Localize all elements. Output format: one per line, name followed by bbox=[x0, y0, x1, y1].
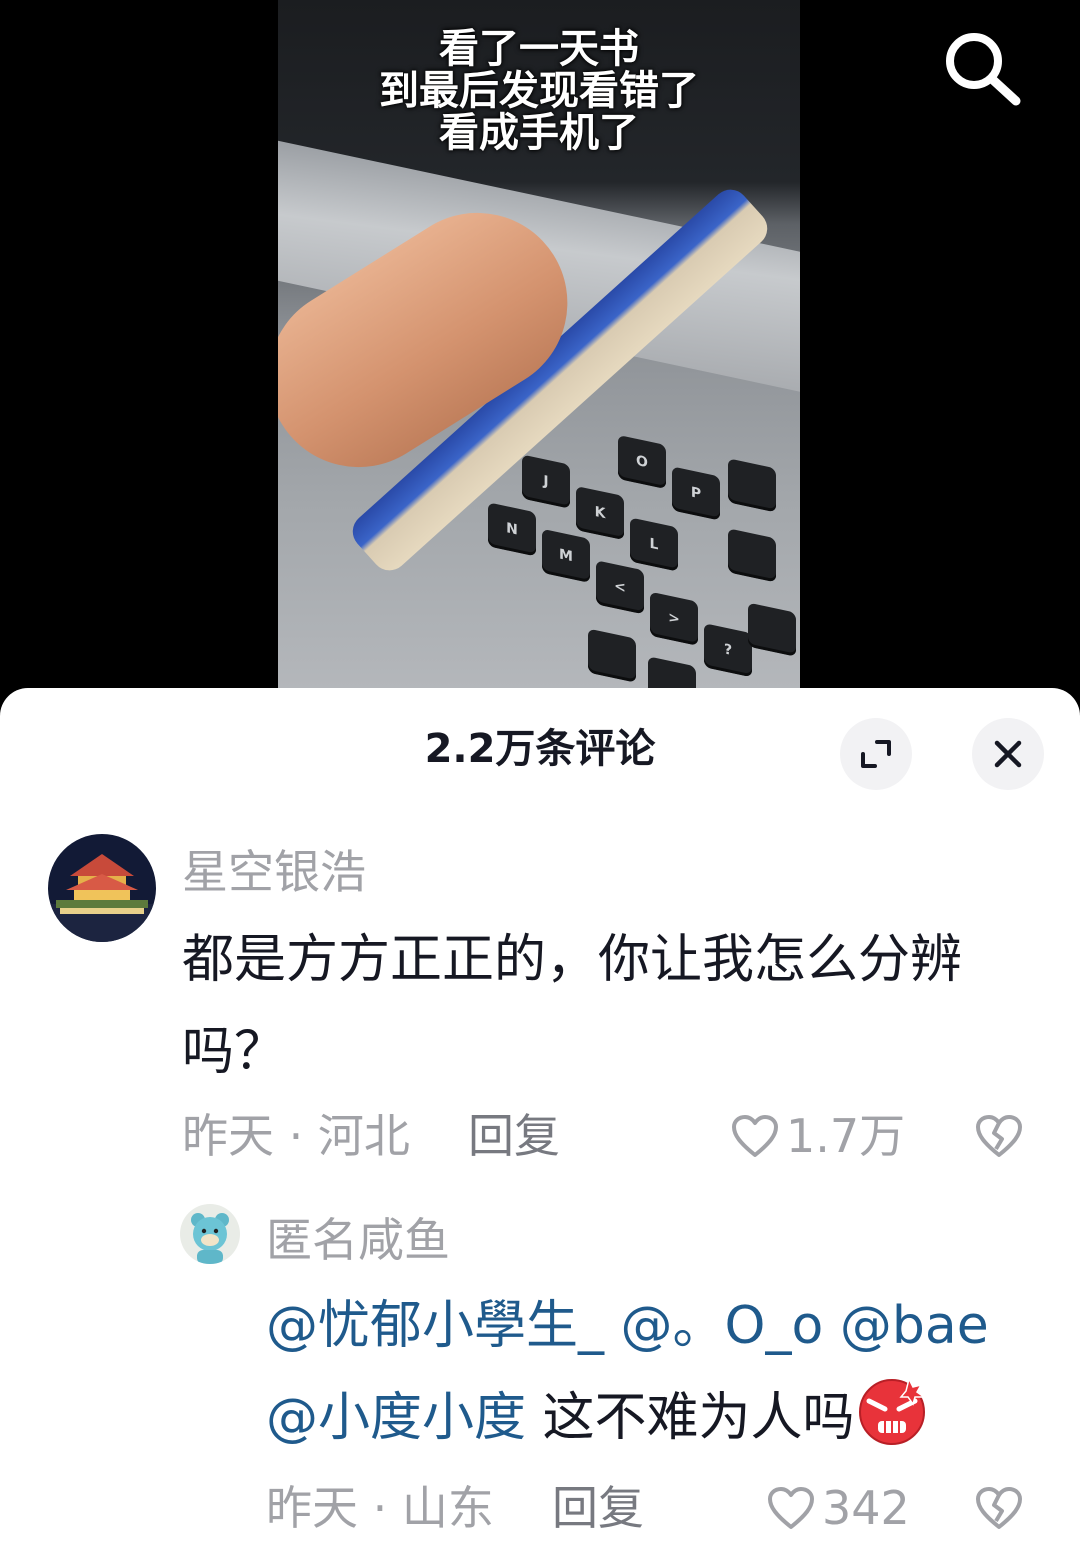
like-count: 342 bbox=[822, 1481, 910, 1535]
mention-link[interactable]: @。O_o bbox=[621, 1296, 824, 1356]
reply-button[interactable]: 回复 bbox=[552, 1478, 644, 1538]
comment-username[interactable]: 星空银浩 bbox=[182, 842, 366, 902]
comment-item: 星空银浩 都是方方正正的，你让我怎么分辨吗？ 昨天 · 河北 回复 1.7万 bbox=[0, 688, 1080, 1188]
keyboard-key: K bbox=[576, 485, 624, 541]
reply-item: 匿名咸鱼 @忧郁小學生_ @。O_o @bae @小度小度 这不难为人吗 昨天 … bbox=[0, 1188, 1080, 1552]
keyboard-key: < bbox=[596, 560, 644, 615]
reply-time-location: 昨天 · 山东 bbox=[266, 1478, 494, 1538]
broken-heart-icon bbox=[976, 1115, 1022, 1157]
comment-time-location: 昨天 · 河北 bbox=[182, 1106, 410, 1166]
angry-face-emoji bbox=[855, 1373, 929, 1447]
like-button[interactable]: 342 bbox=[766, 1478, 910, 1538]
heart-icon bbox=[732, 1115, 778, 1157]
pagoda-avatar-image bbox=[48, 834, 156, 942]
keyboard-key bbox=[748, 602, 796, 657]
keyboard-key: O bbox=[618, 434, 666, 490]
caption-line: 看成手机了 bbox=[439, 110, 639, 156]
search-button[interactable] bbox=[930, 24, 1021, 114]
keyboard-key: M bbox=[542, 528, 590, 583]
like-count: 1.7万 bbox=[786, 1109, 906, 1163]
keyboard-key: P bbox=[672, 466, 720, 521]
comment-time: 昨天 bbox=[182, 1109, 274, 1163]
mention-link[interactable]: @忧郁小學生_ bbox=[266, 1296, 604, 1356]
reply-time: 昨天 bbox=[266, 1481, 358, 1535]
search-icon bbox=[946, 33, 1021, 106]
angry-face-icon bbox=[858, 1376, 926, 1445]
reply-location: 山东 bbox=[401, 1481, 494, 1535]
avatar[interactable] bbox=[48, 834, 156, 942]
keyboard-key: ? bbox=[704, 623, 752, 678]
heart-icon bbox=[768, 1487, 814, 1529]
video-frame[interactable]: O P J K L N M < > ? 看了一天书 到最后发现看错了 看成手机了 bbox=[278, 0, 800, 700]
mention-link[interactable]: @bae bbox=[840, 1296, 989, 1356]
comments-sheet: 2.2万条评论 星空银浩 都是方方正正的，你让我怎么分辨吗？ 昨天 · 河北 回… bbox=[0, 688, 1080, 1552]
keyboard-key: J bbox=[522, 454, 570, 509]
keyboard-key bbox=[728, 458, 776, 513]
bear-avatar-image bbox=[180, 1204, 240, 1264]
dislike-button[interactable] bbox=[974, 1478, 1024, 1538]
video-player[interactable]: O P J K L N M < > ? 看了一天书 到最后发现看错了 看成手机了 bbox=[0, 0, 1080, 700]
like-button[interactable]: 1.7万 bbox=[730, 1106, 905, 1166]
keyboard-key bbox=[728, 528, 776, 583]
keyboard-key: > bbox=[650, 591, 698, 646]
separator-dot: · bbox=[372, 1481, 388, 1535]
caption-line: 到最后发现看错了 bbox=[379, 68, 699, 114]
separator-dot: · bbox=[288, 1109, 304, 1163]
reply-body-text: 这不难为人吗 bbox=[542, 1388, 855, 1448]
app-screen: O P J K L N M < > ? 看了一天书 到最后发现看错了 看成手机了… bbox=[0, 0, 1080, 1552]
keyboard-key: L bbox=[630, 517, 678, 572]
broken-heart-icon bbox=[976, 1487, 1022, 1529]
reply-text: @忧郁小學生_ @。O_o @bae @小度小度 这不难为人吗 bbox=[266, 1280, 1056, 1464]
avatar[interactable] bbox=[180, 1204, 240, 1264]
video-caption: 看了一天书 到最后发现看错了 看成手机了 bbox=[278, 28, 800, 154]
dislike-button[interactable] bbox=[974, 1106, 1024, 1166]
reply-username[interactable]: 匿名咸鱼 bbox=[266, 1210, 450, 1270]
mention-link[interactable]: @小度小度 bbox=[266, 1388, 526, 1448]
reply-button[interactable]: 回复 bbox=[468, 1106, 560, 1166]
keyboard-key: N bbox=[488, 502, 536, 557]
caption-line: 看了一天书 bbox=[439, 26, 639, 72]
comment-location: 河北 bbox=[317, 1109, 410, 1163]
comment-text: 都是方方正正的，你让我怎么分辨吗？ bbox=[182, 930, 963, 1082]
keyboard-key bbox=[588, 628, 636, 683]
